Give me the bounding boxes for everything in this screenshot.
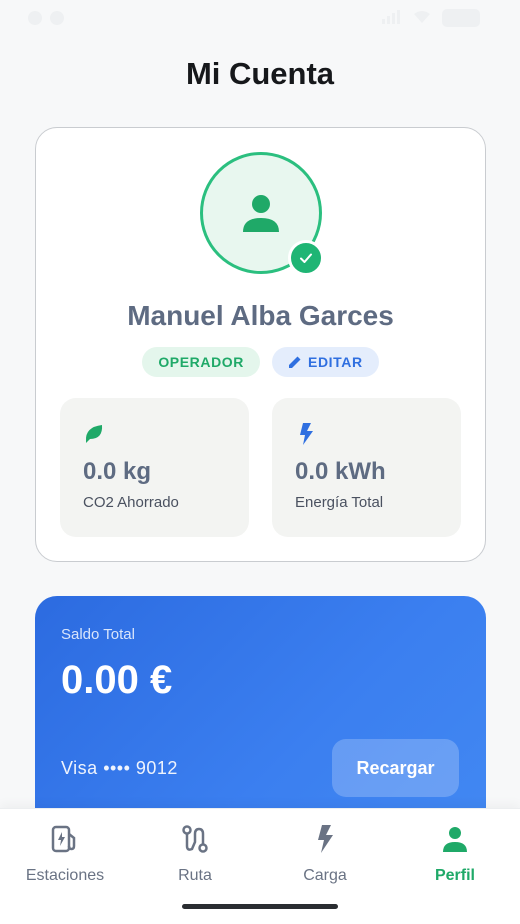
- edit-button[interactable]: EDITAR: [272, 347, 379, 377]
- nav-label: Ruta: [178, 867, 212, 884]
- balance-card: Saldo Total 0.00 € Visa •••• 9012 Recarg…: [35, 596, 486, 836]
- stat-co2: 0.0 kg CO2 Ahorrado: [60, 398, 249, 537]
- stat-energy: 0.0 kWh Energía Total: [272, 398, 461, 537]
- stat-value: 0.0 kg: [83, 458, 152, 485]
- balance-amount: 0.00 €: [61, 658, 173, 702]
- route-icon: [180, 823, 210, 855]
- wifi-icon: [412, 10, 432, 27]
- status-dot: [50, 11, 64, 25]
- role-badge-label: OPERADOR: [158, 354, 245, 370]
- status-dot: [28, 11, 42, 25]
- nav-item-estaciones[interactable]: Estaciones: [0, 823, 130, 885]
- page-title: Mi Cuenta: [185, 56, 335, 91]
- nav-item-ruta[interactable]: Ruta: [130, 823, 260, 885]
- check-icon: [300, 253, 312, 263]
- status-left: [28, 11, 64, 25]
- card-number: Visa •••• 9012: [61, 758, 178, 778]
- battery-icon: [442, 9, 480, 27]
- bolt-icon: [313, 823, 337, 855]
- nav-label: Estaciones: [25, 867, 105, 884]
- role-badge: OPERADOR: [142, 347, 261, 377]
- status-right: [382, 9, 480, 27]
- nav-item-carga[interactable]: Carga: [260, 823, 390, 885]
- bolt-icon: [295, 422, 461, 446]
- status-bar: [0, 0, 520, 36]
- stat-label: CO2 Ahorrado: [83, 494, 179, 511]
- nav-item-perfil[interactable]: Perfil: [390, 823, 520, 885]
- verified-badge: [288, 240, 324, 276]
- stat-label: Energía Total: [295, 494, 384, 511]
- edit-button-label: EDITAR: [308, 354, 363, 370]
- pencil-icon: [289, 356, 301, 368]
- nav-label: Carga: [303, 867, 347, 884]
- nav-label: Perfil: [434, 867, 475, 884]
- stat-value: 0.0 kWh: [295, 458, 386, 485]
- ev-station-icon: [50, 823, 80, 855]
- user-name: Manuel Alba Garces: [127, 300, 394, 331]
- home-indicator[interactable]: [182, 904, 338, 909]
- recharge-button[interactable]: Recargar: [332, 739, 459, 797]
- badges: OPERADOR EDITAR: [36, 347, 485, 377]
- balance-label: Saldo Total: [61, 626, 135, 643]
- leaf-icon: [83, 422, 249, 446]
- person-icon: [243, 195, 279, 232]
- signal-icon: [382, 9, 402, 27]
- profile-card: Manuel Alba Garces OPERADOR EDITAR 0.0 k…: [35, 127, 486, 562]
- person-icon: [440, 823, 470, 855]
